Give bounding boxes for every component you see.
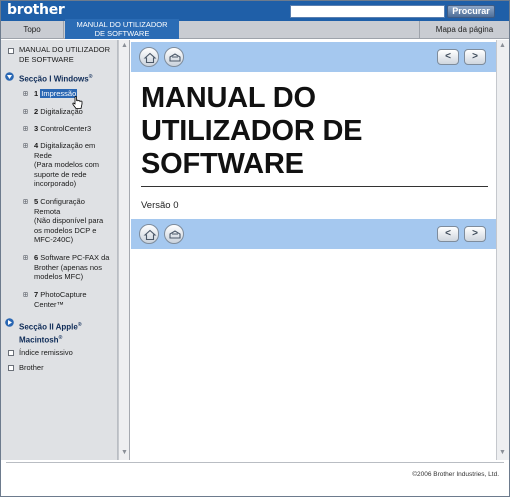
toc-item-label-cont: incorporado)	[34, 179, 77, 188]
content-scrollbar[interactable]: ▲ ▼	[496, 40, 509, 460]
tab-sitemap[interactable]: Mapa da página	[419, 21, 509, 38]
toc-item-number: 1	[34, 89, 39, 98]
toc-item-label: Configuração	[40, 197, 85, 206]
title-divider	[141, 186, 488, 187]
tab-manual-line2: DE SOFTWARE	[94, 28, 150, 38]
toc-item-label: Software PC-FAX da	[40, 253, 110, 262]
previous-page-button[interactable]: <	[437, 49, 459, 65]
brother-logo: brother	[7, 2, 65, 18]
document-title: MANUAL DO UTILIZADOR DE SOFTWARE	[141, 82, 491, 181]
toc-item-label: Digitalização em	[40, 141, 96, 150]
title-line: UTILIZADOR DE	[141, 115, 363, 147]
toc-section-macintosh[interactable]: Secção II Apple® Macintosh®	[19, 320, 82, 345]
version-label: Versão 0	[141, 200, 179, 211]
registered-mark: ®	[58, 334, 63, 341]
toc-manual-line1: MANUAL DO UTILIZADOR	[19, 45, 110, 54]
section-macintosh-label: Macintosh	[19, 335, 59, 345]
scroll-down-arrow-icon[interactable]: ▼	[120, 448, 129, 457]
toc-item-label-cont: os modelos DCP e	[34, 225, 97, 235]
sidebar-scrollbar[interactable]: ▲ ▼	[118, 40, 130, 460]
scroll-up-arrow-icon[interactable]: ▲	[120, 41, 129, 50]
toc-item-number: 4	[34, 141, 39, 150]
toc-item-label-cont: MFC-240C)	[34, 235, 74, 244]
next-page-button[interactable]: >	[464, 49, 486, 65]
toc-item-label-cont: Brother (apenas nos	[34, 262, 102, 272]
toc-item-label: PhotoCapture	[40, 290, 87, 299]
title-line: SOFTWARE	[141, 148, 304, 180]
nav-bar-top: < >	[131, 42, 496, 72]
title-line: MANUAL DO	[141, 82, 316, 114]
expand-plus-icon[interactable]: ⊞	[23, 142, 28, 150]
toc-item-number: 3	[34, 124, 39, 133]
toc-item-label-cont: (Para modelos com	[34, 160, 100, 169]
toc-item-controlcenter3[interactable]: 3 ControlCenter3	[34, 124, 91, 134]
top-bar: brother Procurar	[1, 1, 509, 21]
tab-software-manual[interactable]: MANUAL DO UTILIZADOR DE SOFTWARE	[65, 19, 179, 39]
expand-plus-icon[interactable]: ⊞	[23, 108, 28, 116]
toc-item-digitalizacao[interactable]: 2 Digitalização	[34, 107, 83, 117]
toc-item-label-cont: Remota	[34, 206, 61, 216]
home-icon[interactable]	[139, 47, 159, 67]
toc-item-configuracao-remota[interactable]: 5 Configuração Remota (Não disponível pa…	[34, 197, 103, 245]
toc-item-number: 7	[34, 290, 39, 299]
scroll-up-arrow-icon[interactable]: ▲	[498, 41, 507, 50]
toc-item-digitalizacao-rede[interactable]: 4 Digitalização em Rede (Para modelos co…	[34, 141, 99, 189]
toc-item-number: 5	[34, 197, 39, 206]
checkbox-icon	[8, 48, 14, 54]
expand-plus-icon[interactable]: ⊞	[23, 291, 28, 299]
toc-section-windows[interactable]: Secção I Windows®	[19, 73, 92, 84]
toc-item-photocapture[interactable]: 7 PhotoCapture Center™	[34, 290, 87, 309]
checkbox-icon	[8, 365, 14, 371]
toc-item-label: Digitalização	[40, 107, 83, 116]
print-icon[interactable]	[164, 224, 184, 244]
previous-page-button[interactable]: <	[437, 226, 459, 242]
toc-item-label-cont: suporte de rede	[34, 169, 87, 179]
home-icon[interactable]	[139, 224, 159, 244]
registered-mark: ®	[77, 322, 82, 328]
scroll-down-arrow-icon[interactable]: ▼	[498, 448, 507, 457]
toc-item-impressao[interactable]: 1 Impressão	[34, 89, 78, 99]
tab-bar: Topo MANUAL DO UTILIZADOR DE SOFTWARE Ma…	[1, 19, 509, 39]
section-collapsed-icon[interactable]	[5, 318, 14, 327]
sidebar-toc: MANUAL DO UTILIZADOR DE SOFTWARE Secção …	[1, 40, 118, 460]
footer: ©2006 Brother Industries, Ltd.	[1, 463, 509, 496]
next-page-button[interactable]: >	[464, 226, 486, 242]
search-input[interactable]	[290, 5, 445, 18]
content-pane: < > MANUAL DO UTILIZADOR DE SOFTWARE Ver…	[131, 40, 496, 460]
toc-item-label-cont: modelos MFC)	[34, 272, 84, 281]
search-button[interactable]: Procurar	[447, 5, 495, 18]
copyright-text: ©2006 Brother Industries, Ltd.	[412, 471, 499, 478]
registered-mark: ®	[88, 74, 93, 80]
expand-plus-icon[interactable]: ⊞	[23, 254, 28, 262]
toc-item-label: ControlCenter3	[40, 124, 92, 133]
expand-plus-icon[interactable]: ⊞	[23, 90, 28, 98]
toc-item-label-cont: (Não disponível para	[34, 216, 104, 225]
print-icon[interactable]	[164, 47, 184, 67]
toc-item-brother[interactable]: Brother	[19, 363, 44, 373]
section-expanded-icon[interactable]	[5, 72, 14, 81]
toc-item-label-cont: Center™	[34, 299, 65, 309]
toc-manual-line2: DE SOFTWARE	[19, 54, 74, 64]
toc-item-number: 2	[34, 107, 39, 116]
toc-item-manual[interactable]: MANUAL DO UTILIZADOR DE SOFTWARE	[19, 45, 110, 64]
checkbox-icon	[8, 350, 14, 356]
toc-item-index[interactable]: Índice remissivo	[19, 348, 73, 358]
section-apple-label: Secção II Apple	[19, 322, 78, 332]
toc-item-number: 6	[34, 253, 39, 262]
tab-top[interactable]: Topo	[1, 21, 64, 38]
toc-item-pc-fax[interactable]: 6 Software PC-FAX da Brother (apenas nos…	[34, 253, 109, 282]
expand-plus-icon[interactable]: ⊞	[23, 198, 28, 206]
expand-plus-icon[interactable]: ⊞	[23, 125, 28, 133]
section-windows-label: Secção I Windows	[19, 74, 89, 84]
toc-item-label-cont: Rede	[34, 150, 52, 160]
nav-bar-bottom: < >	[131, 219, 496, 249]
